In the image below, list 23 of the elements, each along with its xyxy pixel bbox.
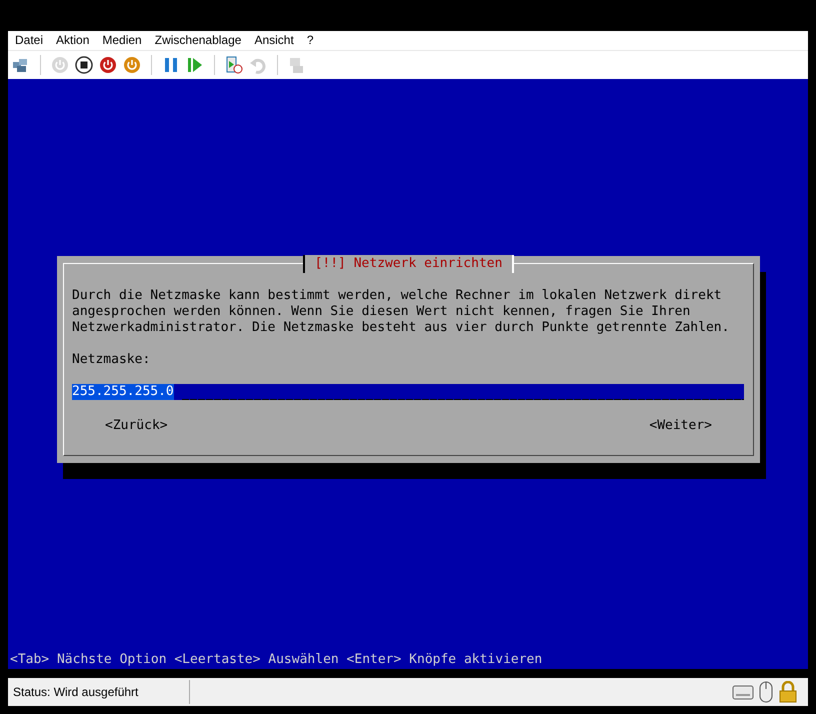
input-field[interactable]: 255.255.255.0 [72, 384, 744, 400]
menu-item[interactable]: Aktion [56, 33, 90, 48]
key-hint: <Tab> Nächste Option <Leertaste> Auswählen <Enter> Knöpfe aktivieren [9, 652, 542, 668]
play-icon[interactable] [186, 56, 204, 74]
mouse-icon [758, 681, 774, 704]
checkpoint-icon[interactable] [225, 56, 243, 74]
power-icon[interactable] [123, 56, 141, 74]
dialog-text: Durch die Netzmaske kann bestimmt werden, welche Rechner im lokalen Netzwerk direkt angesprochen werden können. Wenn Sie diesen Wert nicht kennen, fragen Sie Ihren Netzwerkadministrator. Die Netzmaske besteht aus vier durch Punkte getrennte Zahlen. [72, 288, 730, 336]
menu-item[interactable]: Zwischenablage [154, 33, 242, 48]
menu-item[interactable]: Datei [15, 33, 44, 48]
menu-item[interactable]: ? [306, 33, 314, 48]
dialog-title: [!!] Netzwerk einrichten [302, 254, 514, 273]
menu-item[interactable]: Ansicht [254, 33, 294, 48]
pause-icon[interactable] [162, 56, 180, 74]
keyboard-icon [732, 683, 754, 702]
field-label: Netzmaske: [72, 352, 150, 368]
dialog-button[interactable]: <Zurück> [105, 418, 168, 434]
menu-item[interactable]: Medien [102, 33, 142, 48]
dialog-button[interactable]: <Weiter> [649, 418, 712, 434]
power-icon[interactable] [99, 56, 117, 74]
lock-icon [778, 681, 798, 704]
stop-icon[interactable] [75, 56, 93, 74]
status-text: Status: Wird ausgeführt [13, 685, 140, 700]
